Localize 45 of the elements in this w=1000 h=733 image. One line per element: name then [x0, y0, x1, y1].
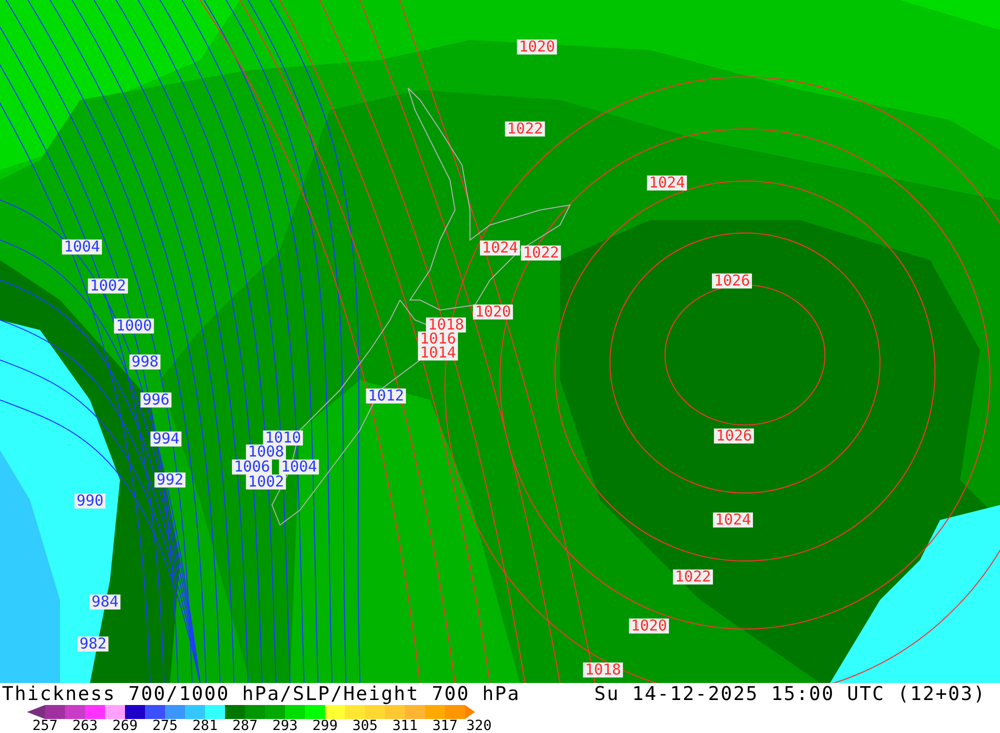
isobar-label: 1014 — [418, 346, 458, 360]
isobar-label: 1026 — [712, 274, 752, 288]
legend-tick: 320 — [465, 719, 493, 733]
isobar-label: 1016 — [418, 332, 458, 346]
legend-tick: 257 — [31, 719, 59, 733]
legend-tick: 317 — [431, 719, 459, 733]
isobar-label: 1000 — [114, 318, 154, 334]
legend-tick: 275 — [151, 719, 179, 733]
legend-tick: 263 — [71, 719, 99, 733]
isobar-label: 992 — [154, 472, 186, 488]
isobar-label: 996 — [140, 392, 172, 408]
isobar-label: 1020 — [472, 304, 514, 320]
legend-tick: 281 — [191, 719, 219, 733]
forecast-time: Su 14-12-2025 15:00 UTC (12+03) — [594, 683, 986, 705]
isobar-label: 1002 — [88, 278, 128, 294]
isobar-label: 984 — [89, 594, 121, 610]
isobar-label: 1004 — [62, 240, 102, 254]
isobar-label: 1006 — [232, 460, 272, 474]
isobar-label: 1024 — [480, 240, 520, 256]
isobar-label: 990 — [74, 494, 106, 508]
legend-tick: 293 — [271, 719, 299, 733]
legend-tick: 287 — [231, 719, 259, 733]
isobar-label: 1022 — [520, 246, 562, 260]
isobar-label: 1004 — [278, 460, 320, 474]
legend-tick: 305 — [351, 719, 379, 733]
isobar-label: 982 — [77, 636, 109, 652]
isobar-label: 1002 — [246, 474, 286, 490]
isobar-label: 998 — [129, 354, 161, 370]
isobar-label: 1012 — [366, 388, 406, 404]
isobar-label: 1018 — [582, 662, 624, 678]
map-title: Thickness 700/1000 hPa/SLP/Height 700 hPa — [2, 683, 520, 705]
isobar-label: 1008 — [246, 444, 286, 460]
isobar-label: 1026 — [714, 428, 754, 444]
legend-tick: 311 — [391, 719, 419, 733]
isobar-label: 994 — [150, 432, 182, 446]
isobar-label: 1020 — [516, 40, 558, 54]
isobar-label: 1024 — [646, 176, 688, 190]
isobar-label: 1022 — [672, 570, 714, 584]
isobar-label: 1010 — [262, 430, 304, 446]
isobar-label: 1020 — [628, 618, 670, 634]
legend-tick: 269 — [111, 719, 139, 733]
isobar-label: 1024 — [712, 512, 754, 528]
legend-tick: 299 — [311, 719, 339, 733]
isobar-label: 1018 — [426, 318, 466, 332]
isobar-label: 1022 — [504, 122, 546, 136]
